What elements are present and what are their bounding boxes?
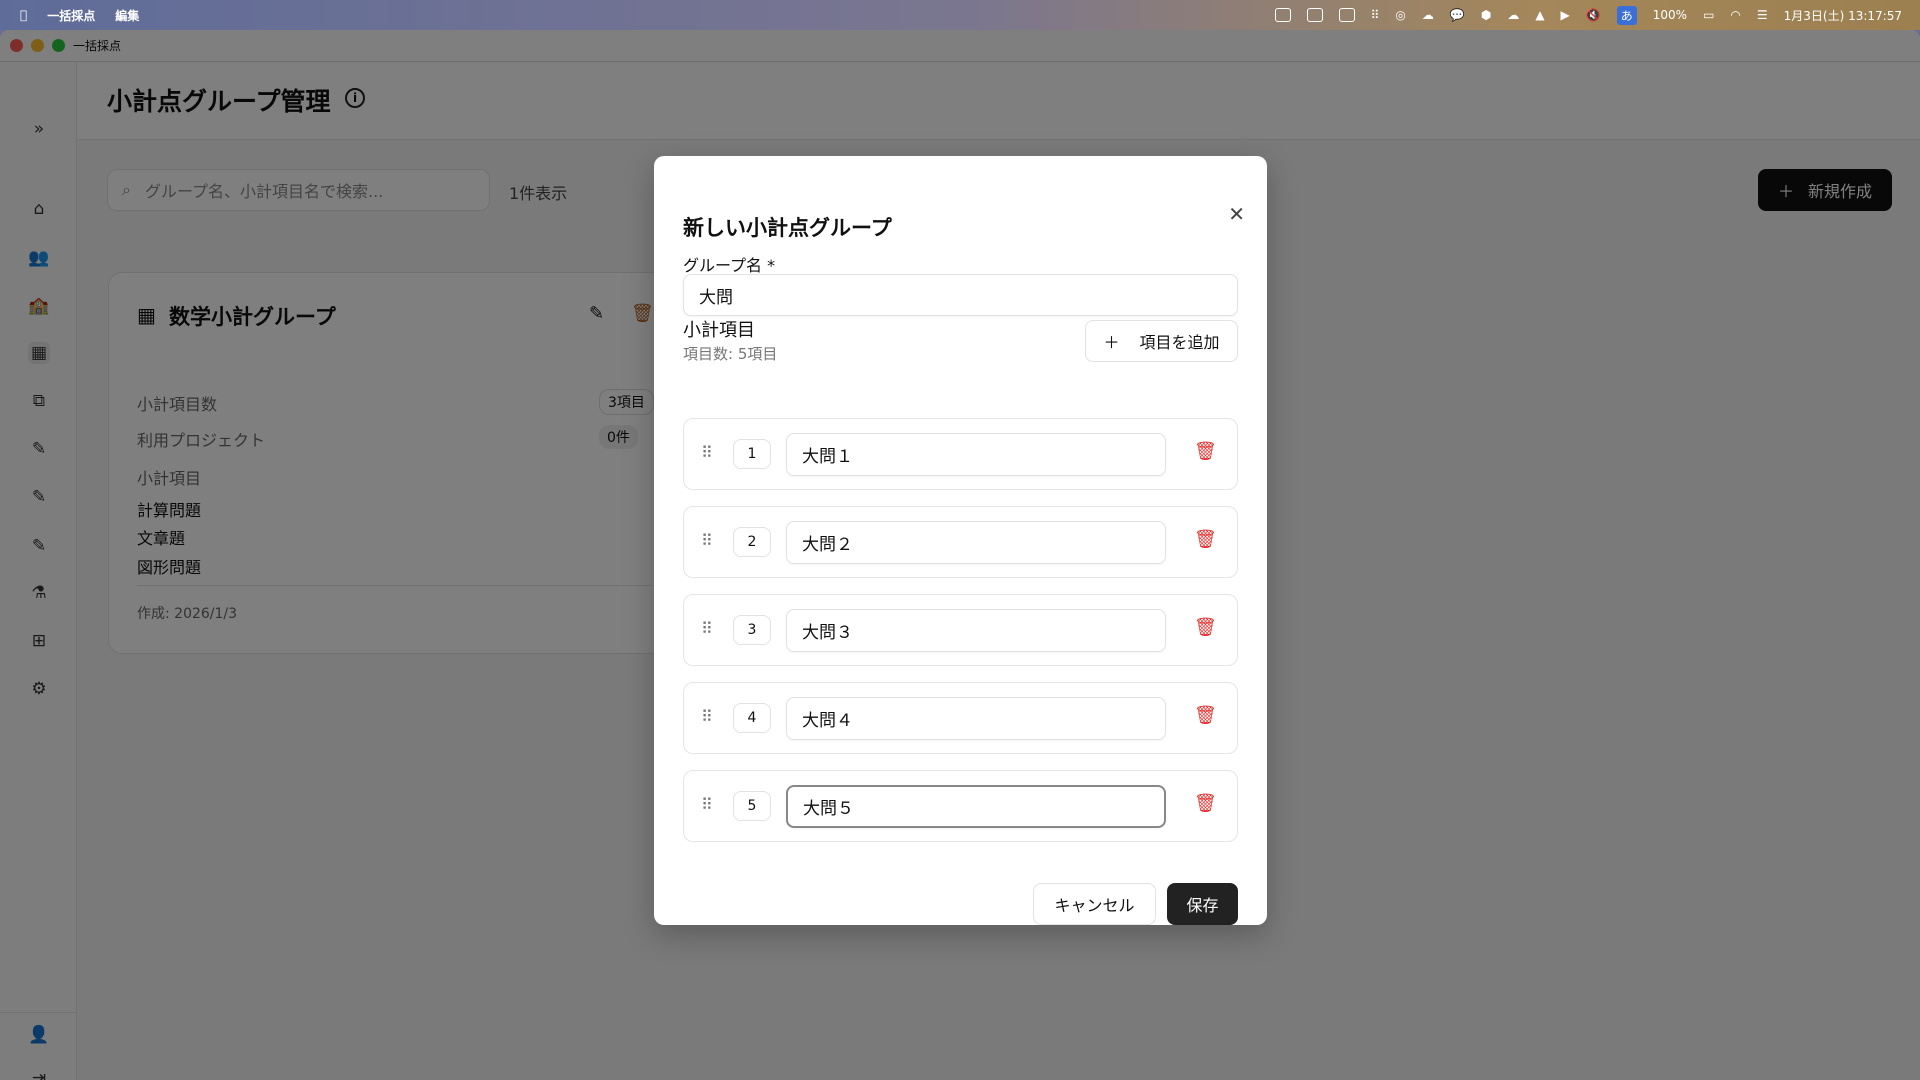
mute-icon[interactable]: 🔇 (1586, 8, 1601, 22)
trash-icon[interactable]: 🗑 (1194, 705, 1217, 726)
list-item: ⠿ 3 大問３ 🗑 (683, 594, 1238, 666)
item-number: 5 (733, 791, 771, 821)
item-number: 4 (733, 703, 771, 733)
clock[interactable]: 1月3日(土) 13:17:57 (1784, 7, 1902, 24)
list-item: ⠿ 1 大問１ 🗑 (683, 418, 1238, 490)
trash-icon[interactable]: 🗑 (1194, 793, 1217, 814)
group-name-label: グループ名 * (683, 252, 775, 276)
section-count: 項目数: 5項目 (683, 343, 777, 364)
status-icon[interactable] (1339, 8, 1355, 22)
item-number: 2 (733, 527, 771, 557)
menu-edit[interactable]: 編集 (115, 7, 139, 24)
play-icon[interactable]: ▶ (1561, 8, 1570, 22)
grid-icon[interactable]: ⠿ (1371, 8, 1380, 22)
drag-handle-icon[interactable]: ⠿ (701, 795, 711, 814)
drag-handle-icon[interactable]: ⠿ (701, 443, 711, 462)
battery-icon[interactable]: ▭ (1703, 8, 1714, 22)
drag-handle-icon[interactable]: ⠿ (701, 531, 711, 550)
cloud-icon[interactable]: ☁ (1507, 8, 1519, 22)
status-icon[interactable]: ◎ (1395, 8, 1405, 22)
item-number: 3 (733, 615, 771, 645)
item-name-input[interactable]: 大問２ (786, 521, 1166, 564)
battery-percent: 100% (1653, 8, 1687, 22)
cloud-icon[interactable]: ☁ (1422, 8, 1434, 22)
add-item-button[interactable]: ＋ 項目を追加 (1085, 320, 1238, 362)
control-center-icon[interactable]: ☰ (1757, 8, 1768, 22)
trash-icon[interactable]: 🗑 (1194, 441, 1217, 462)
plus-icon: ＋ (1103, 329, 1119, 353)
item-number: 1 (733, 439, 771, 469)
item-name-input[interactable]: 大問５ (786, 785, 1166, 828)
dialog-title: 新しい小計点グループ (683, 212, 892, 242)
status-icon[interactable] (1307, 8, 1323, 22)
cancel-button[interactable]: キャンセル (1033, 883, 1156, 925)
status-icon[interactable]: ⬢ (1481, 8, 1491, 22)
list-item: ⠿ 2 大問２ 🗑 (683, 506, 1238, 578)
add-item-label: 項目を追加 (1140, 329, 1220, 353)
input-method-icon[interactable]: あ (1617, 6, 1637, 25)
wifi-icon[interactable]: ◠ (1730, 8, 1740, 22)
new-group-dialog: 新しい小計点グループ ✕ グループ名 * 大問 小計項目 項目数: 5項目 ＋ … (654, 156, 1267, 925)
apple-icon[interactable]:  (20, 8, 27, 22)
chat-icon[interactable]: 💬 (1450, 8, 1465, 22)
trash-icon[interactable]: 🗑 (1194, 529, 1217, 550)
drag-handle-icon[interactable]: ⠿ (701, 707, 711, 726)
save-button[interactable]: 保存 (1167, 883, 1238, 925)
menu-app[interactable]: 一括採点 (47, 7, 95, 24)
trash-icon[interactable]: 🗑 (1194, 617, 1217, 638)
drive-icon[interactable]: ▲ (1535, 8, 1544, 22)
list-item: ⠿ 4 大問４ 🗑 (683, 682, 1238, 754)
section-title: 小計項目 (683, 316, 755, 342)
list-item: ⠿ 5 大問５ 🗑 (683, 770, 1238, 842)
item-name-input[interactable]: 大問３ (786, 609, 1166, 652)
drag-handle-icon[interactable]: ⠿ (701, 619, 711, 638)
item-name-input[interactable]: 大問１ (786, 433, 1166, 476)
close-icon[interactable]: ✕ (1228, 202, 1245, 226)
display-icon[interactable] (1275, 8, 1291, 22)
menu-bar:  一括採点 編集 ⠿ ◎ ☁ 💬 ⬢ ☁ ▲ ▶ 🔇 あ 100% ▭ ◠ ☰… (0, 0, 1920, 30)
item-name-input[interactable]: 大問４ (786, 697, 1166, 740)
group-name-input[interactable]: 大問 (683, 274, 1238, 316)
